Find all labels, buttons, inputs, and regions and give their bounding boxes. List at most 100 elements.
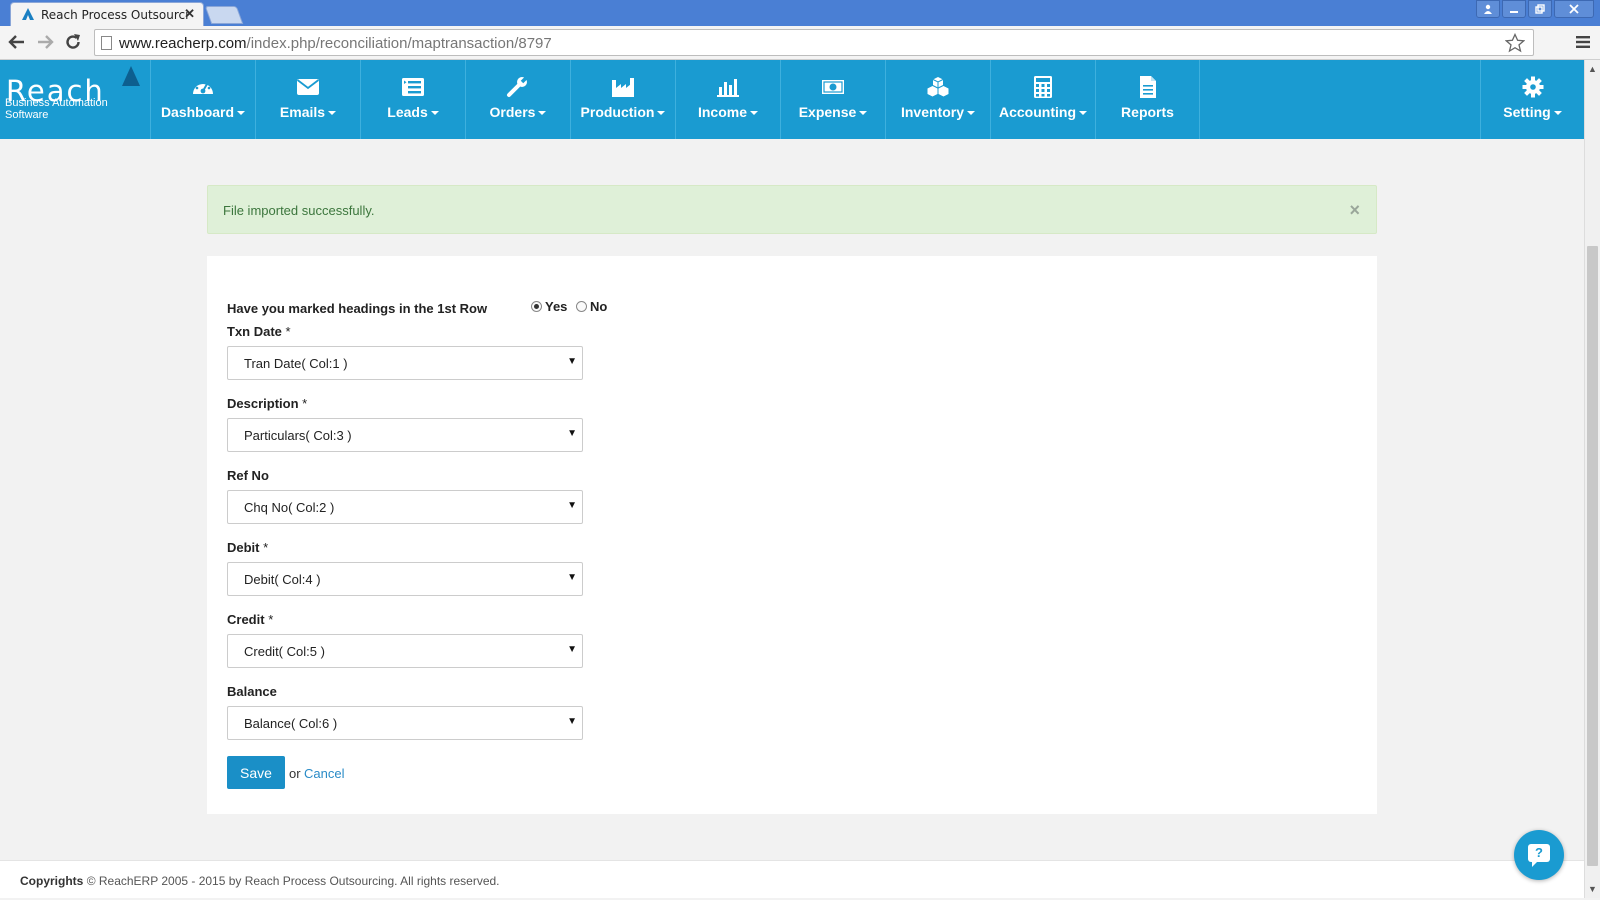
credit-value: Credit( Col:5 ) (244, 644, 325, 659)
caret-down-icon (237, 111, 246, 116)
nav-accounting[interactable]: Accounting (990, 60, 1095, 139)
mapping-form-panel: Have you marked headings in the 1st Row … (207, 256, 1377, 814)
caret-down-icon (328, 111, 337, 116)
radio-no-label[interactable]: No (590, 299, 607, 314)
bookmark-star-icon[interactable] (1505, 33, 1525, 53)
dropdown-arrow-icon: ▼ (567, 644, 577, 655)
page-icon (101, 36, 112, 50)
description-value: Particulars( Col:3 ) (244, 428, 352, 443)
save-button[interactable]: Save (227, 756, 285, 789)
factory-icon (612, 78, 634, 97)
scroll-up-icon[interactable]: ▲ (1588, 64, 1597, 74)
nav-label-leads: Leads (387, 104, 428, 120)
nav-label-accounting: Accounting (999, 104, 1076, 120)
calculator-icon (1034, 76, 1052, 98)
browser-menu-icon[interactable] (1576, 35, 1590, 49)
tab-close-icon[interactable]: ✕ (184, 6, 195, 22)
nav-label-inventory: Inventory (900, 104, 964, 120)
browser-tab[interactable]: Reach Process Outsourcing ✕ (10, 2, 204, 26)
minimize-icon[interactable] (1502, 0, 1526, 18)
copyright-text: Copyrights © ReachERP 2005 - 2015 by Rea… (20, 874, 500, 888)
wrench-icon (507, 76, 530, 97)
credit-label: Credit * (227, 612, 274, 627)
caret-down-icon (657, 111, 666, 116)
brand-tagline: Business Automation Software (5, 97, 108, 121)
radio-no[interactable] (576, 301, 588, 312)
nav-inventory[interactable]: Inventory (885, 60, 990, 139)
caret-down-icon (859, 111, 868, 116)
nav-label-expense: Expense (798, 104, 857, 120)
txn-date-label: Txn Date * (227, 324, 291, 339)
dropdown-arrow-icon: ▼ (567, 428, 577, 439)
logo-triangle-icon (122, 66, 140, 86)
nav-income[interactable]: Income (675, 60, 780, 139)
caret-down-icon (750, 111, 758, 116)
app-navbar: Reach Business Automation Software Dashb… (0, 60, 1584, 139)
nav-label-emails: Emails (279, 104, 326, 120)
favicon-icon (22, 8, 34, 20)
dropdown-arrow-icon: ▼ (567, 716, 577, 727)
nav-dashboard[interactable]: Dashboard (150, 60, 255, 139)
close-window-icon[interactable] (1554, 0, 1594, 18)
nav-label-income: Income (697, 104, 747, 120)
window-controls (1476, 0, 1594, 18)
alert-message: File imported successfully. (223, 203, 375, 218)
page-scrollbar[interactable]: ▲ ▼ (1584, 60, 1600, 898)
txn-date-value: Tran Date( Col:1 ) (244, 356, 348, 371)
caret-down-icon (430, 111, 439, 116)
scroll-down-icon[interactable]: ▼ (1588, 884, 1597, 894)
help-icon: ? (1528, 844, 1550, 867)
money-icon (822, 80, 844, 94)
credit-select[interactable]: Credit( Col:5 ) ▼ (227, 634, 583, 668)
cubes-icon (927, 77, 949, 97)
reload-icon[interactable] (64, 33, 82, 51)
nav-setting[interactable]: Setting (1480, 60, 1584, 139)
forward-icon[interactable] (36, 34, 54, 50)
cancel-link[interactable]: Cancel (304, 766, 344, 781)
page-footer: Copyrights © ReachERP 2005 - 2015 by Rea… (0, 860, 1584, 898)
alert-close-icon[interactable]: × (1349, 200, 1360, 221)
scrollbar-thumb[interactable] (1587, 246, 1598, 866)
success-alert: File imported successfully. × (207, 185, 1377, 234)
or-text: or (289, 766, 301, 781)
nav-expense[interactable]: Expense (780, 60, 885, 139)
list-icon (402, 78, 424, 96)
help-chat-button[interactable]: ? (1514, 830, 1564, 880)
caret-down-icon (1079, 111, 1087, 116)
description-label: Description * (227, 396, 308, 411)
txn-date-select[interactable]: Tran Date( Col:1 ) ▼ (227, 346, 583, 380)
balance-value: Balance( Col:6 ) (244, 716, 338, 731)
dropdown-arrow-icon: ▼ (567, 572, 577, 583)
new-tab-button[interactable] (204, 6, 244, 24)
envelope-icon (296, 79, 320, 95)
radio-yes-label[interactable]: Yes (545, 299, 567, 314)
brand-logo[interactable]: Reach Business Automation Software (0, 60, 150, 139)
restore-icon[interactable] (1528, 0, 1552, 18)
browser-toolbar: www.reacherp.com/index.php/reconciliatio… (0, 26, 1600, 60)
user-profile-icon[interactable] (1476, 0, 1500, 18)
description-select[interactable]: Particulars( Col:3 ) ▼ (227, 418, 583, 452)
browser-titlebar: Reach Process Outsourcing ✕ (0, 0, 1600, 26)
caret-down-icon (967, 111, 975, 116)
debit-label: Debit * (227, 540, 269, 555)
document-icon (1139, 76, 1156, 98)
headings-radio-group: Yes No (531, 299, 612, 314)
gear-icon (1522, 76, 1543, 98)
nav-leads[interactable]: Leads (360, 60, 465, 139)
nav-production[interactable]: Production (570, 60, 675, 139)
caret-down-icon (1553, 111, 1562, 116)
nav-orders[interactable]: Orders (465, 60, 570, 139)
radio-yes[interactable] (531, 301, 542, 312)
address-bar[interactable]: www.reacherp.com/index.php/reconciliatio… (94, 29, 1534, 56)
nav-emails[interactable]: Emails (255, 60, 360, 139)
balance-select[interactable]: Balance( Col:6 ) ▼ (227, 706, 583, 740)
debit-select[interactable]: Debit( Col:4 ) ▼ (227, 562, 583, 596)
balance-label: Balance (227, 684, 277, 699)
nav-label-orders: Orders (489, 104, 536, 120)
nav-reports[interactable]: Reports (1095, 60, 1200, 139)
bar-chart-icon (717, 79, 739, 97)
nav-label-dashboard: Dashboard (160, 104, 235, 120)
ref-no-select[interactable]: Chq No( Col:2 ) ▼ (227, 490, 583, 524)
back-icon[interactable] (8, 34, 26, 50)
url-text[interactable]: www.reacherp.com/index.php/reconciliatio… (119, 35, 552, 52)
